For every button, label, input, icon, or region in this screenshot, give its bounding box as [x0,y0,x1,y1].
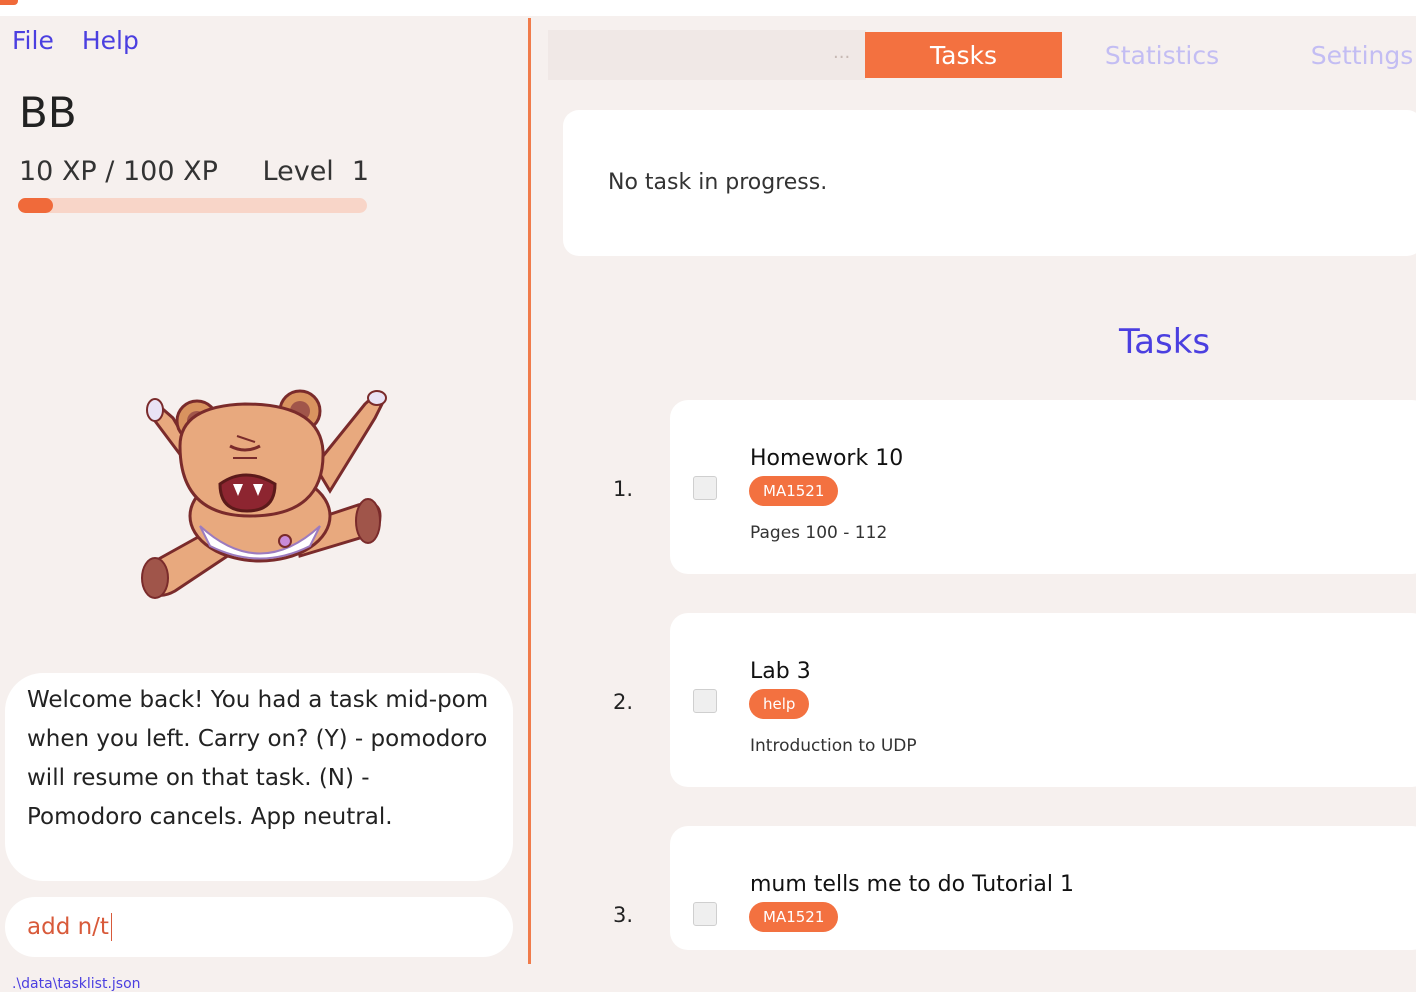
user-name: BB [19,88,77,137]
menu-file[interactable]: File [12,26,54,55]
text-cursor [110,913,112,941]
command-input[interactable]: add n/t [5,897,513,957]
xp-progress-fill [18,198,53,213]
task-card[interactable]: Lab 3 help Introduction to UDP [670,613,1416,787]
xp-text: 10 XP / 100 XP [19,156,218,187]
current-task-status: No task in progress. [608,170,828,195]
xp-row: 10 XP / 100 XP Level 1 [19,156,369,187]
level-display: Level 1 [263,156,369,187]
task-tag: MA1521 [749,476,839,506]
assistant-message-bubble: Welcome back! You had a task mid-pom whe… [5,673,513,881]
task-number: 1. [613,477,634,501]
app-icon [0,0,18,5]
level-value: 1 [351,156,369,187]
task-name: Homework 10 [750,446,904,471]
task-description: Introduction to UDP [750,736,917,756]
left-panel: File Help BB 10 XP / 100 XP Level 1 Welc… [0,16,528,992]
tab-bar: ... Tasks Statistics Settings [548,30,1416,80]
command-input-text: add n/t [27,914,109,940]
task-card[interactable]: Homework 10 MA1521 Pages 100 - 112 [670,400,1416,574]
task-number: 2. [613,690,634,714]
menu-help[interactable]: Help [82,26,139,55]
task-tag: help [749,689,810,719]
task-name: mum tells me to do Tutorial 1 [750,872,1074,897]
tab-statistics[interactable]: Statistics [1062,32,1262,78]
angry-bear-mascot-icon [141,389,387,599]
task-card[interactable]: mum tells me to do Tutorial 1 MA1521 [670,826,1416,950]
tab-overflow-button[interactable]: ... [833,42,850,63]
window-top-strip [0,0,1416,16]
tab-bar-background [548,30,866,80]
current-task-card: No task in progress. [563,110,1416,256]
xp-progress-bar [18,198,367,213]
tab-settings[interactable]: Settings [1262,32,1416,78]
level-label: Level [262,156,334,187]
data-file-path: .\data\tasklist.json [12,976,141,992]
task-description: Pages 100 - 112 [750,523,888,543]
task-checkbox[interactable] [693,902,717,926]
task-name: Lab 3 [750,659,811,684]
task-tag: MA1521 [749,902,839,932]
task-checkbox[interactable] [693,476,717,500]
panel-divider[interactable] [528,18,531,964]
tab-tasks[interactable]: Tasks [865,32,1062,78]
task-number: 3. [613,903,634,927]
menu-bar: File Help [12,26,139,55]
tasks-heading: Tasks [1119,322,1211,362]
task-checkbox[interactable] [693,689,717,713]
